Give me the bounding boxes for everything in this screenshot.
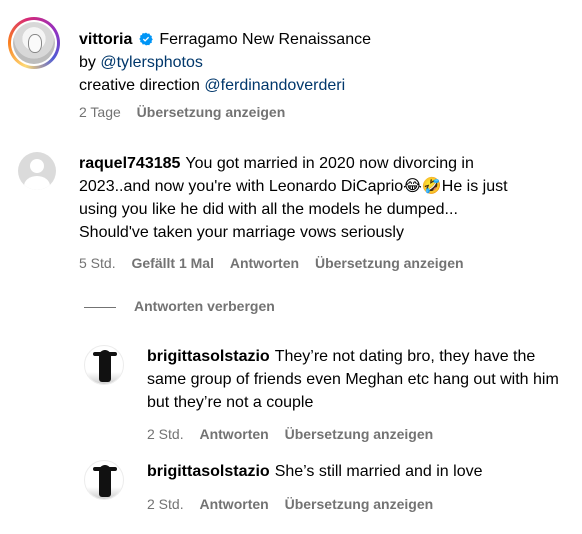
reply-meta: 2 Std. Antworten Übersetzung anzeigen [147,496,445,512]
comment-time[interactable]: 5 Std. [79,255,116,271]
post-translate-button[interactable]: Übersetzung anzeigen [137,104,286,120]
reply-time[interactable]: 2 Std. [147,426,184,442]
comment-translate-button[interactable]: Übersetzung anzeigen [315,255,464,271]
reply-time[interactable]: 2 Std. [147,496,184,512]
comment: raquel743185 You got married in 2020 now … [79,152,519,244]
raquel-avatar[interactable] [18,152,56,190]
comment-meta: 5 Std. Gefällt 1 Mal Antworten Übersetzu… [79,255,476,271]
comment-likes-button[interactable]: Gefällt 1 Mal [131,255,213,271]
reply-item: brigittasolstazio They’re not dating bro,… [147,345,572,414]
reply-avatar[interactable] [84,460,124,500]
by-text: by [79,54,96,71]
vittoria-avatar[interactable] [8,17,60,69]
reply-meta: 2 Std. Antworten Übersetzung anzeigen [147,426,445,442]
direction-text: creative direction [79,77,200,94]
creative-director-link[interactable]: @ferdinandoverderi [204,77,345,94]
post-meta: 2 Tage Übersetzung anzeigen [79,104,297,120]
reply-reply-button[interactable]: Antworten [199,426,268,442]
reply-translate-button[interactable]: Übersetzung anzeigen [285,426,434,442]
verified-badge-icon [139,32,154,46]
hide-replies-button[interactable]: Antworten verbergen [134,298,275,314]
post-caption: vittoria Ferragamo New Renaissance by @ty… [79,28,569,97]
photographer-link[interactable]: @tylersphotos [100,54,203,71]
reply-translate-button[interactable]: Übersetzung anzeigen [285,496,434,512]
caption-title: Ferragamo New Renaissance [159,31,371,48]
reply-text: She’s still married and in love [274,463,483,480]
post-username[interactable]: vittoria [79,31,132,48]
comment-reply-button[interactable]: Antworten [230,255,299,271]
post-time[interactable]: 2 Tage [79,104,121,120]
reply-reply-button[interactable]: Antworten [199,496,268,512]
reply-item: brigittasolstazio She’s still married and… [147,460,572,483]
reply-username[interactable]: brigittasolstazio [147,463,270,480]
comment-username[interactable]: raquel743185 [79,155,180,172]
reply-avatar[interactable] [84,345,124,385]
reply-username[interactable]: brigittasolstazio [147,348,270,365]
hide-replies-divider [84,307,116,308]
